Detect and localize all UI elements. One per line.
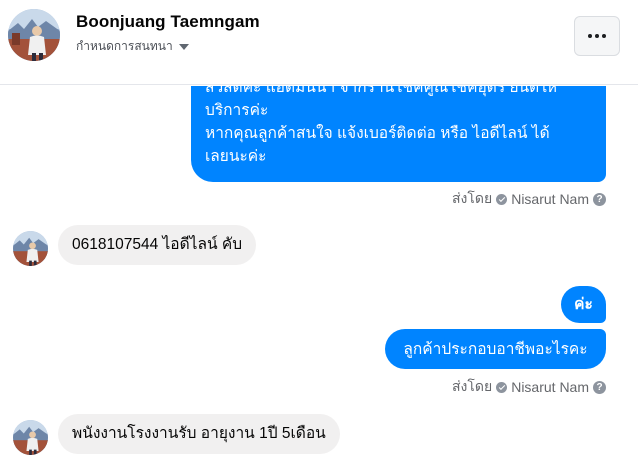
- sent-by-label: ส่งโดย Nisarut Nam ?: [452, 376, 606, 398]
- incoming-message[interactable]: 0618107544 ไอดีไลน์ คับ: [58, 225, 257, 265]
- conversation-schedule[interactable]: กำหนดการสนทนา: [76, 37, 189, 56]
- schedule-label: กำหนดการสนทนา: [76, 39, 173, 53]
- sender-name[interactable]: Nisarut Nam: [511, 379, 589, 395]
- more-horizontal-icon: [588, 34, 592, 38]
- caret-down-icon: [178, 43, 189, 50]
- message-line: หากคุณลูกค้าสนใจ แจ้งเบอร์ติดต่อ หรือ ไอ…: [205, 125, 550, 142]
- avatar-photo: [13, 231, 48, 266]
- message-line: บริการค่ะ: [205, 102, 269, 119]
- more-options-button[interactable]: [574, 16, 620, 56]
- sent-check-icon: [496, 193, 508, 205]
- contact-avatar[interactable]: [8, 9, 60, 61]
- contact-avatar-small[interactable]: [13, 420, 48, 455]
- contact-avatar-small[interactable]: [13, 231, 48, 266]
- outgoing-message[interactable]: ลูกค้าประกอบอาชีพอะไรคะ: [385, 329, 606, 369]
- sent-by-label: ส่งโดย Nisarut Nam ?: [452, 188, 606, 210]
- message-line: สวัสดีค่ะ แอดมินนา จากร้านโชคคูณโชคอุดร …: [205, 86, 557, 96]
- conversation-header: Boonjuang Taemngam กำหนดการสนทนา: [0, 0, 638, 85]
- message-line: เลยนะค่ะ: [205, 148, 267, 165]
- avatar-photo: [13, 420, 48, 455]
- outgoing-message[interactable]: สวัสดีค่ะ แอดมินนา จากร้านโชคคูณโชคอุดร …: [191, 86, 606, 182]
- sender-name[interactable]: Nisarut Nam: [511, 191, 589, 207]
- sent-check-icon: [496, 381, 508, 393]
- help-icon[interactable]: ?: [593, 192, 606, 206]
- outgoing-message[interactable]: ค่ะ: [561, 286, 606, 323]
- message-thread[interactable]: สวัสดีค่ะ แอดมินนา จากร้านโชคคูณโชคอุดร …: [0, 86, 638, 461]
- incoming-message[interactable]: พนังงานโรงงานรับ อายุงาน 1ปี 5เดือน: [58, 414, 340, 454]
- sent-by-prefix: ส่งโดย: [452, 378, 493, 394]
- sent-by-prefix: ส่งโดย: [452, 190, 493, 206]
- contact-name[interactable]: Boonjuang Taemngam: [76, 12, 260, 32]
- avatar-photo: [8, 9, 60, 61]
- help-icon[interactable]: ?: [593, 380, 606, 394]
